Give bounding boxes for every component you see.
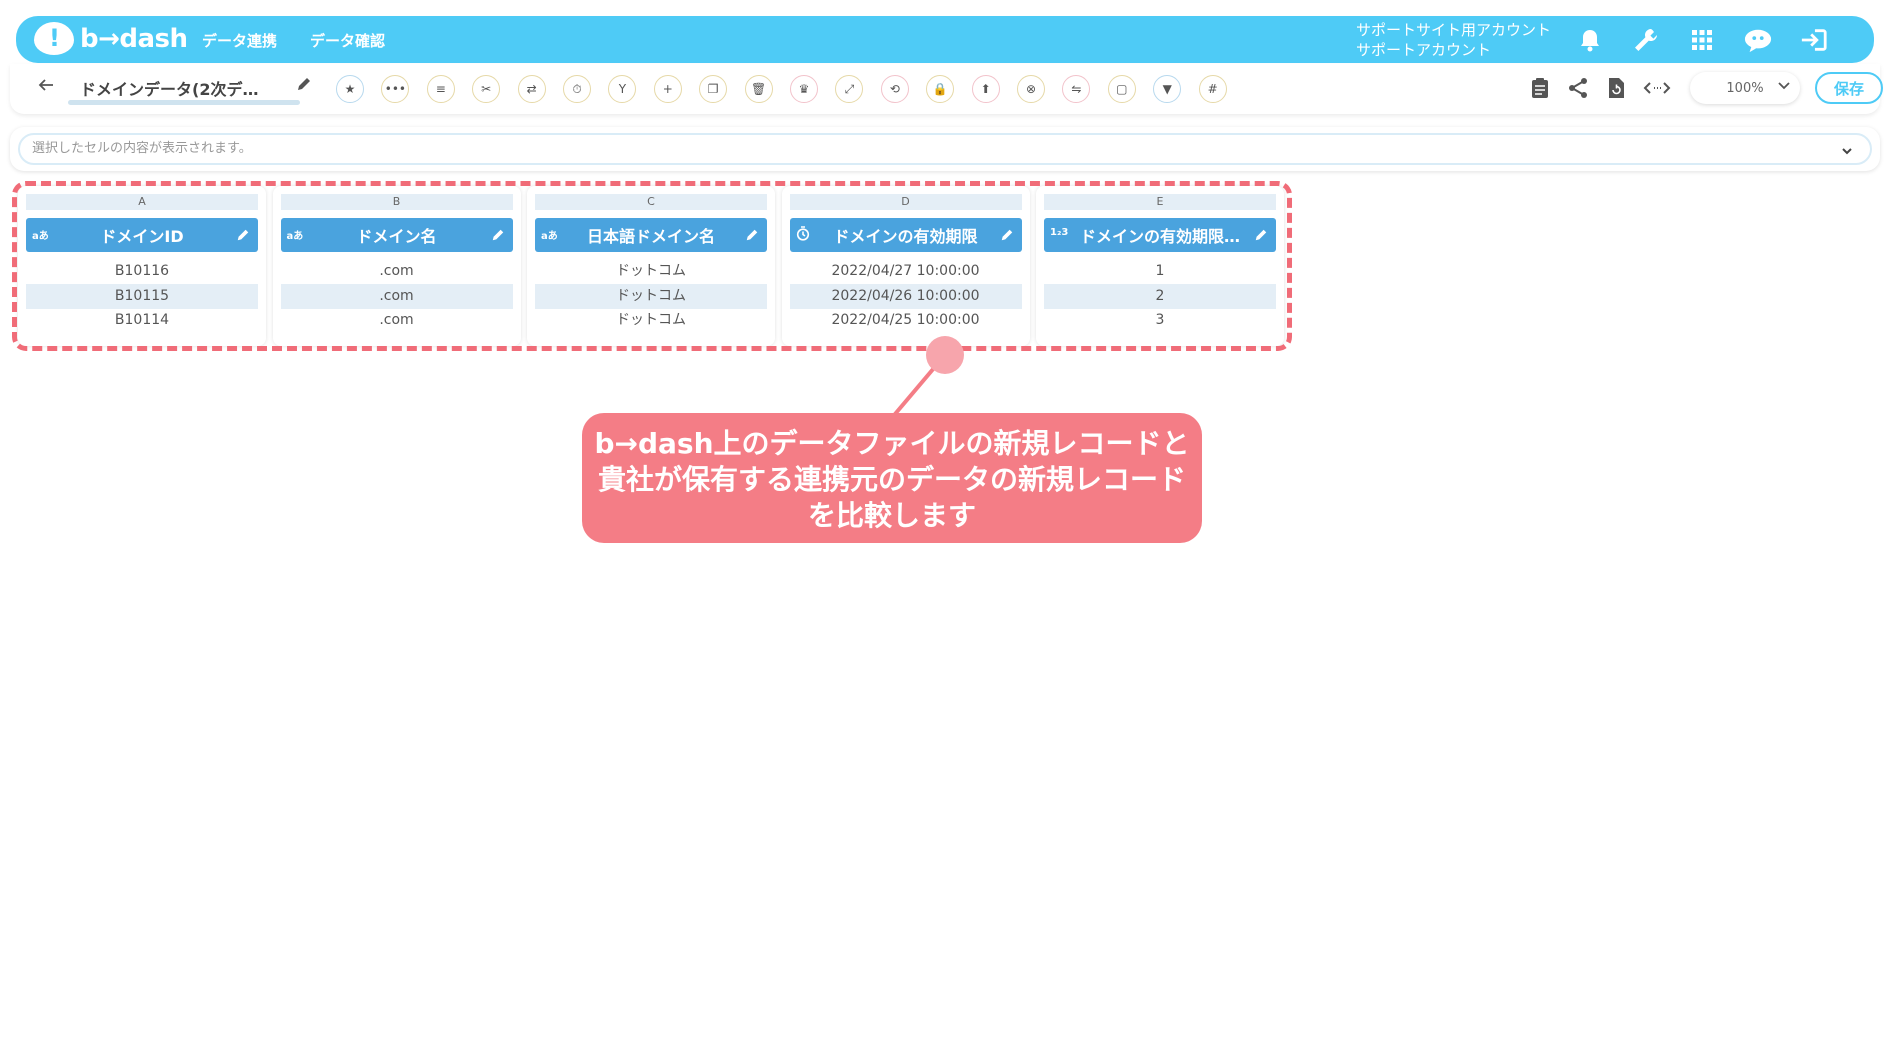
lock-icon-glyph: 🔒 bbox=[932, 82, 948, 96]
trash-icon[interactable]: 🗑 bbox=[744, 75, 773, 103]
top-header: b→dash データ連携 データ確認 サポートサイト用アカウント サポートアカウ… bbox=[16, 16, 1874, 63]
file-toolbar: ドメインデータ(2次デ… ★ ••• ≡ ✂ ⇄ ⏱ Y + ❐ 🗑 ♛ ⤢ ⟲ 🔒 ⬆ ⊗ ⇋ ▢ ▼ # 100%… bbox=[10, 64, 1883, 114]
scissors-icon[interactable]: ✂ bbox=[472, 75, 501, 103]
logout-icon[interactable] bbox=[1800, 26, 1828, 54]
branch-icon-glyph: Y bbox=[618, 82, 627, 96]
frame-icon[interactable]: ▢ bbox=[1107, 75, 1136, 103]
share-icon[interactable] bbox=[1566, 76, 1590, 100]
timer-icon[interactable]: ⏱ bbox=[563, 75, 591, 103]
cell-content-placeholder: 選択したセルの内容が表示されます。 bbox=[32, 141, 252, 156]
cell-content-panel: 選択したセルの内容が表示されます。 bbox=[10, 127, 1880, 171]
file-name-underline bbox=[68, 100, 300, 105]
callout-line-1: b→dash上のデータファイルの新規レコードと bbox=[594, 427, 1190, 460]
filter-icon-glyph: ▼ bbox=[1162, 82, 1172, 96]
zoom-select[interactable]: 100% bbox=[1690, 72, 1800, 104]
code-icon[interactable] bbox=[1642, 76, 1672, 100]
wrench-icon[interactable] bbox=[1632, 26, 1660, 54]
apps-grid-icon[interactable] bbox=[1688, 26, 1716, 54]
chevron-down-icon bbox=[1778, 80, 1790, 90]
bdash-logo[interactable]: b→dash bbox=[34, 22, 188, 55]
star-icon[interactable]: ★ bbox=[336, 75, 364, 103]
arrow-left-icon[interactable] bbox=[38, 76, 54, 97]
crown-icon[interactable]: ♛ bbox=[790, 75, 818, 103]
trash-icon-glyph: 🗑 bbox=[750, 82, 767, 96]
lock-icon[interactable]: 🔒 bbox=[926, 75, 955, 103]
grid-icon-glyph: # bbox=[1207, 82, 1218, 96]
filter-icon[interactable]: ▼ bbox=[1153, 75, 1182, 103]
swap-icon[interactable]: ⇋ bbox=[1062, 75, 1091, 103]
account-sub: サポートアカウント bbox=[1356, 41, 1492, 59]
chat-bot-icon[interactable] bbox=[1744, 26, 1772, 54]
frame-icon-glyph: ▢ bbox=[1116, 82, 1128, 96]
logo-mark bbox=[34, 22, 74, 55]
list-icon[interactable]: ≡ bbox=[426, 75, 455, 103]
save-button[interactable]: 保存 bbox=[1815, 72, 1883, 104]
nav-data-link[interactable]: データ連携 bbox=[202, 30, 277, 51]
clipboard-icon[interactable] bbox=[1528, 76, 1552, 100]
transform-icon-glyph: ⇄ bbox=[526, 82, 537, 96]
star-icon-glyph: ★ bbox=[344, 82, 356, 96]
plus-icon-glyph: + bbox=[662, 82, 673, 96]
refresh-icon[interactable] bbox=[1604, 76, 1628, 100]
bell-icon[interactable] bbox=[1576, 26, 1604, 54]
copy-icon-glyph: ❐ bbox=[707, 82, 719, 96]
crown-icon-glyph: ♛ bbox=[798, 82, 810, 96]
grid-icon[interactable]: # bbox=[1198, 75, 1227, 103]
expand-icon[interactable]: ⤢ bbox=[835, 75, 864, 103]
zoom-value: 100% bbox=[1726, 80, 1764, 96]
dots-icon[interactable]: ••• bbox=[381, 75, 410, 103]
callout-dot bbox=[926, 336, 964, 374]
logo-text: b→dash bbox=[80, 23, 188, 54]
repeat-icon-glyph: ⟲ bbox=[889, 82, 900, 96]
callout-box: b→dash上のデータファイルの新規レコードと 貴社が保有する連携元のデータの新… bbox=[582, 413, 1202, 543]
highlight-frame bbox=[12, 181, 1292, 351]
scissors-icon-glyph: ✂ bbox=[481, 82, 492, 96]
cell-content-field[interactable]: 選択したセルの内容が表示されます。 bbox=[18, 133, 1872, 165]
copy-icon[interactable]: ❐ bbox=[699, 75, 728, 103]
timer-icon-glyph: ⏱ bbox=[572, 81, 582, 96]
rename-pencil-icon[interactable] bbox=[296, 76, 314, 94]
repeat-icon[interactable]: ⟲ bbox=[880, 75, 909, 103]
close-circle-icon-glyph: ⊗ bbox=[1025, 82, 1037, 96]
upload-icon[interactable]: ⬆ bbox=[971, 75, 1000, 103]
account-info[interactable]: サポートサイト用アカウント サポートアカウント bbox=[1356, 20, 1551, 60]
app: b→dash データ連携 データ確認 サポートサイト用アカウント サポートアカウ… bbox=[0, 0, 1890, 1063]
transform-icon[interactable]: ⇄ bbox=[517, 75, 546, 103]
expand-icon-glyph: ⤢ bbox=[844, 81, 855, 96]
file-name[interactable]: ドメインデータ(2次デ… bbox=[80, 76, 258, 100]
close-circle-icon[interactable]: ⊗ bbox=[1017, 75, 1045, 103]
callout-line-3: を比較します bbox=[807, 499, 976, 532]
branch-icon[interactable]: Y bbox=[608, 75, 637, 103]
upload-icon-glyph: ⬆ bbox=[980, 82, 991, 96]
callout-line-2: 貴社が保有する連携元のデータの新規レコード bbox=[597, 463, 1186, 496]
chevron-down-icon[interactable] bbox=[1840, 141, 1856, 157]
account-name: サポートサイト用アカウント bbox=[1356, 21, 1552, 39]
dots-icon-glyph: ••• bbox=[384, 82, 406, 96]
plus-icon[interactable]: + bbox=[653, 75, 682, 103]
nav-data-check[interactable]: データ確認 bbox=[310, 30, 385, 51]
swap-icon-glyph: ⇋ bbox=[1071, 82, 1082, 96]
list-icon-glyph: ≡ bbox=[435, 82, 446, 96]
